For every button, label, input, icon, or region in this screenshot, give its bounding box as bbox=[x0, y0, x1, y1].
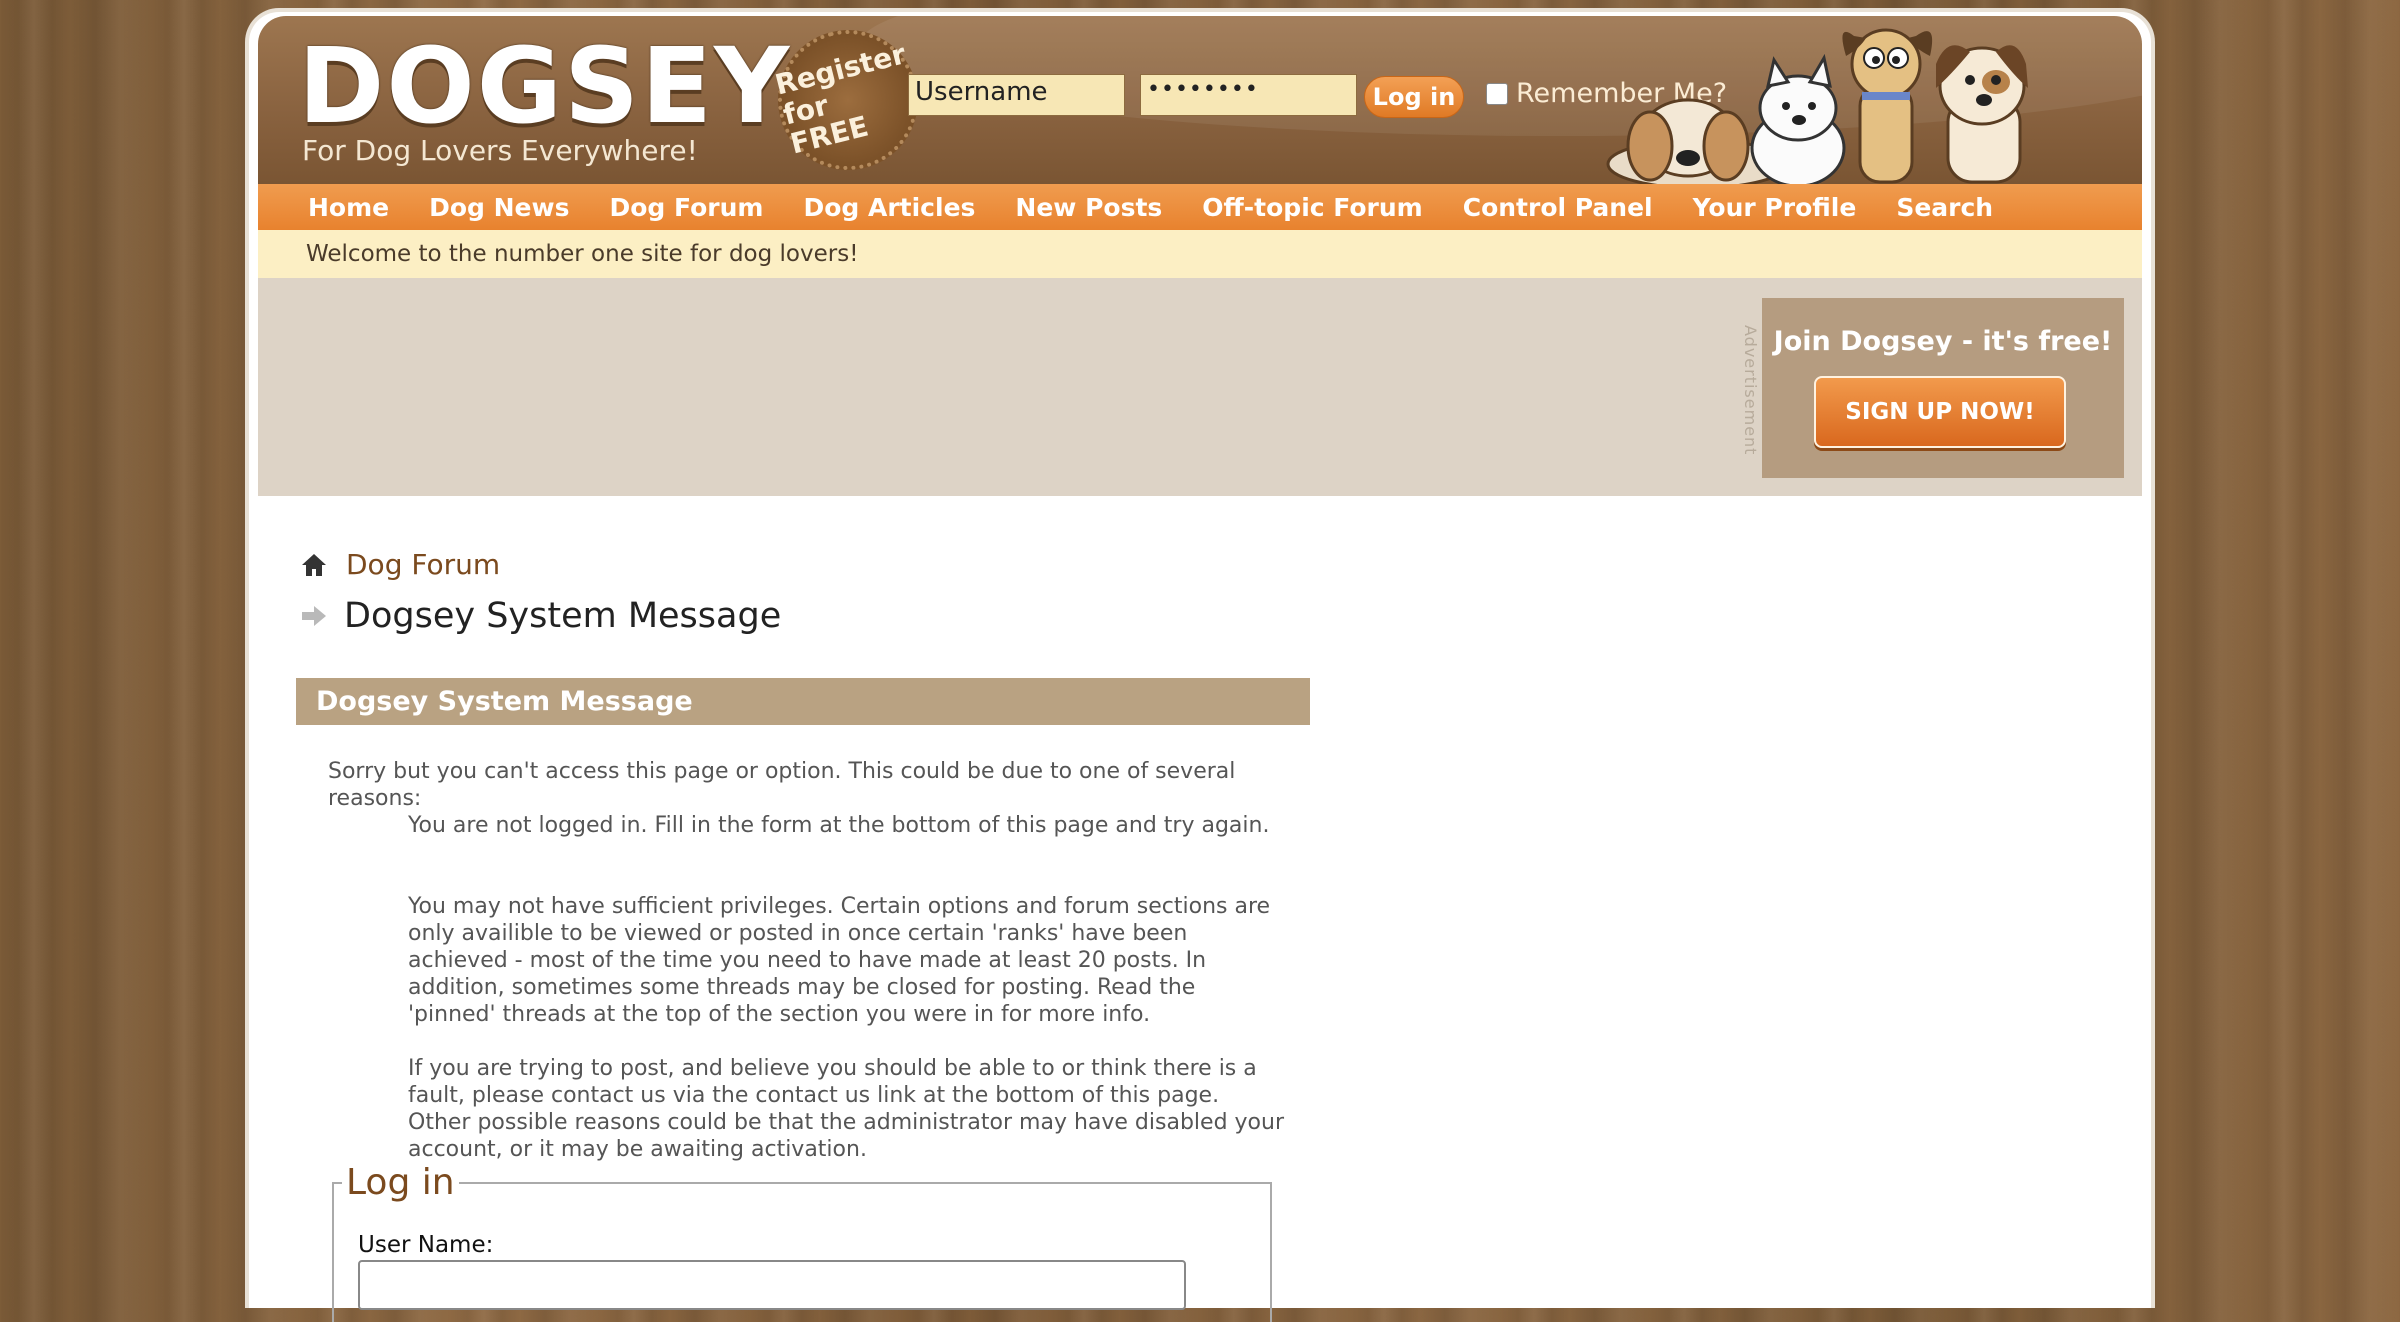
reason-not-logged-in: You are not logged in. Fill in the form … bbox=[408, 813, 1270, 838]
page-title: Dogsey System Message bbox=[344, 596, 782, 636]
nav-dog-forum[interactable]: Dog Forum bbox=[610, 193, 764, 222]
nav-home[interactable]: Home bbox=[308, 193, 389, 222]
join-ad-box[interactable]: Join Dogsey - it's free! SIGN UP NOW! bbox=[1762, 298, 2124, 478]
header-password-input[interactable]: •••••••• bbox=[1140, 74, 1357, 116]
reason-insufficient-privileges: You may not have sufficient privileges. … bbox=[408, 894, 1271, 1027]
site-header: DOGSEY For Dog Lovers Everywhere! Regist… bbox=[258, 16, 2142, 184]
login-legend: Log in bbox=[342, 1162, 459, 1203]
header-username-input[interactable]: Username bbox=[908, 74, 1125, 116]
advertisement-label: Advertisement bbox=[1741, 324, 1760, 456]
nav-your-profile[interactable]: Your Profile bbox=[1693, 193, 1857, 222]
nav-new-posts[interactable]: New Posts bbox=[1015, 193, 1162, 222]
header-login-button[interactable]: Log in bbox=[1364, 76, 1464, 118]
main-nav: Home Dog News Dog Forum Dog Articles New… bbox=[258, 184, 2142, 230]
username-label: User Name: bbox=[358, 1232, 494, 1258]
site-logo[interactable]: DOGSEY bbox=[298, 34, 791, 138]
join-ad-text: Join Dogsey - it's free! bbox=[1773, 326, 2113, 357]
nav-search[interactable]: Search bbox=[1896, 193, 1993, 222]
system-message-intro: Sorry but you can't access this page or … bbox=[328, 759, 1236, 811]
remember-me-checkbox[interactable] bbox=[1486, 82, 1508, 105]
nav-control-panel[interactable]: Control Panel bbox=[1463, 193, 1653, 222]
home-icon bbox=[302, 553, 326, 576]
site-tagline: For Dog Lovers Everywhere! bbox=[302, 134, 698, 167]
sign-up-now-button[interactable]: SIGN UP NOW! bbox=[1814, 376, 2066, 448]
breadcrumb-current: Dogsey System Message bbox=[300, 596, 781, 636]
username-field[interactable] bbox=[358, 1260, 1186, 1310]
cartoon-dogs-illustration bbox=[1606, 28, 2028, 184]
breadcrumb-parent: Dog Forum bbox=[300, 548, 500, 581]
welcome-bar: Welcome to the number one site for dog l… bbox=[258, 230, 2142, 278]
system-message-header: Dogsey System Message bbox=[296, 678, 1310, 725]
nav-dog-news[interactable]: Dog News bbox=[429, 193, 569, 222]
nav-dog-articles[interactable]: Dog Articles bbox=[803, 193, 975, 222]
reason-fault-contact: If you are trying to post, and believe y… bbox=[408, 1056, 1284, 1162]
nav-off-topic-forum[interactable]: Off-topic Forum bbox=[1202, 193, 1422, 222]
breadcrumb-dog-forum-link[interactable]: Dog Forum bbox=[346, 548, 500, 581]
arrow-right-icon bbox=[302, 606, 326, 626]
